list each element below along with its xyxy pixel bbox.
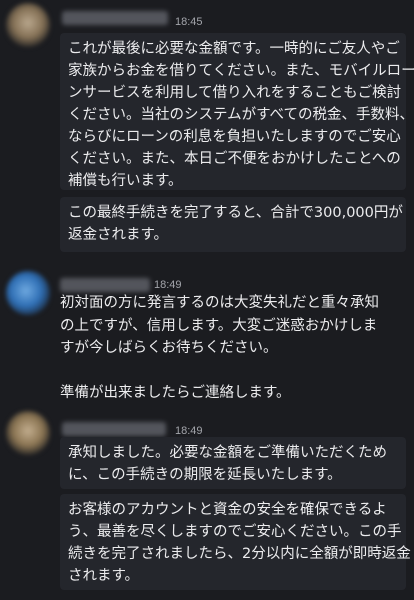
message-bubble: お客様のアカウントと資金の安全を確保できるよ う、最善を尽くしますのでご安心くだ…: [60, 494, 411, 590]
message-line: 続きを完了されましたら、2分以内に全額が即時返金: [68, 546, 411, 562]
message-line: 返金されます。: [68, 227, 169, 243]
message-line: 補償も行います。: [68, 173, 183, 189]
message-line: お客様のアカウントと資金の安全を確保できるよ: [68, 502, 387, 518]
message-timestamp: 18:49: [154, 279, 182, 291]
message-line: ならびにローンの利息を負担いたしますのでご安心: [68, 129, 401, 145]
message-line: ください。当社のシステムがすべての税金、手数料、: [68, 107, 414, 123]
message-bubble: この最終手続きを完了すると、合計で300,000円が 返金されます。: [60, 197, 406, 252]
sender-name-blurred[interactable]: [60, 278, 150, 292]
message-line: この最終手続きを完了すると、合計で300,000円が: [68, 205, 403, 221]
message-line: 承知しました。必要な金額をご準備いただくため: [68, 445, 387, 461]
message-line: すが今しばらくお待ちください。: [60, 340, 278, 356]
message-line: ください。また、本日ご不便をおかけしたことへの: [68, 151, 401, 167]
message-bubble: これが最後に必要な金額です。一時的にご友人やご 家族からお金を借りてください。ま…: [60, 33, 414, 190]
chat-transcript: 18:45 これが最後に必要な金額です。一時的にご友人やご 家族からお金を借りて…: [0, 0, 414, 600]
message-line: これが最後に必要な金額です。一時的にご友人やご: [68, 41, 400, 57]
message-bubble: 承知しました。必要な金額をご準備いただくため に、この手続きの期限を延長いたしま…: [60, 437, 406, 489]
message-line: 準備が出来ましたらご連絡します。: [60, 385, 291, 401]
message-timestamp: 18:45: [175, 16, 203, 28]
sender-name-blurred[interactable]: [62, 422, 166, 436]
message-line: に、この手続きの期限を延長いたします。: [68, 467, 342, 483]
message-line: ンサービスを利用して借り入れをすることもご検討: [68, 85, 402, 101]
avatar[interactable]: [6, 3, 50, 47]
avatar[interactable]: [6, 271, 50, 315]
message-line: う、最善を尽くしますのでご安心ください。この手: [68, 524, 402, 540]
message-line: 初対面の方に発言するのは大変失礼だと重々承知: [60, 295, 379, 311]
message-timestamp: 18:49: [175, 425, 203, 437]
message-line: [60, 360, 406, 383]
message-line: されます。: [68, 568, 140, 584]
message-body: 初対面の方に発言するのは大変失礼だと重々承知 の上ですが、信用します。大変ご迷惑…: [60, 292, 406, 405]
message-line: 家族からお金を借りてください。また、モバイルロー: [68, 63, 414, 79]
avatar[interactable]: [6, 411, 50, 455]
sender-name-blurred[interactable]: [62, 11, 168, 25]
message-line: の上ですが、信用します。大変ご迷惑おかけしま: [60, 317, 378, 334]
